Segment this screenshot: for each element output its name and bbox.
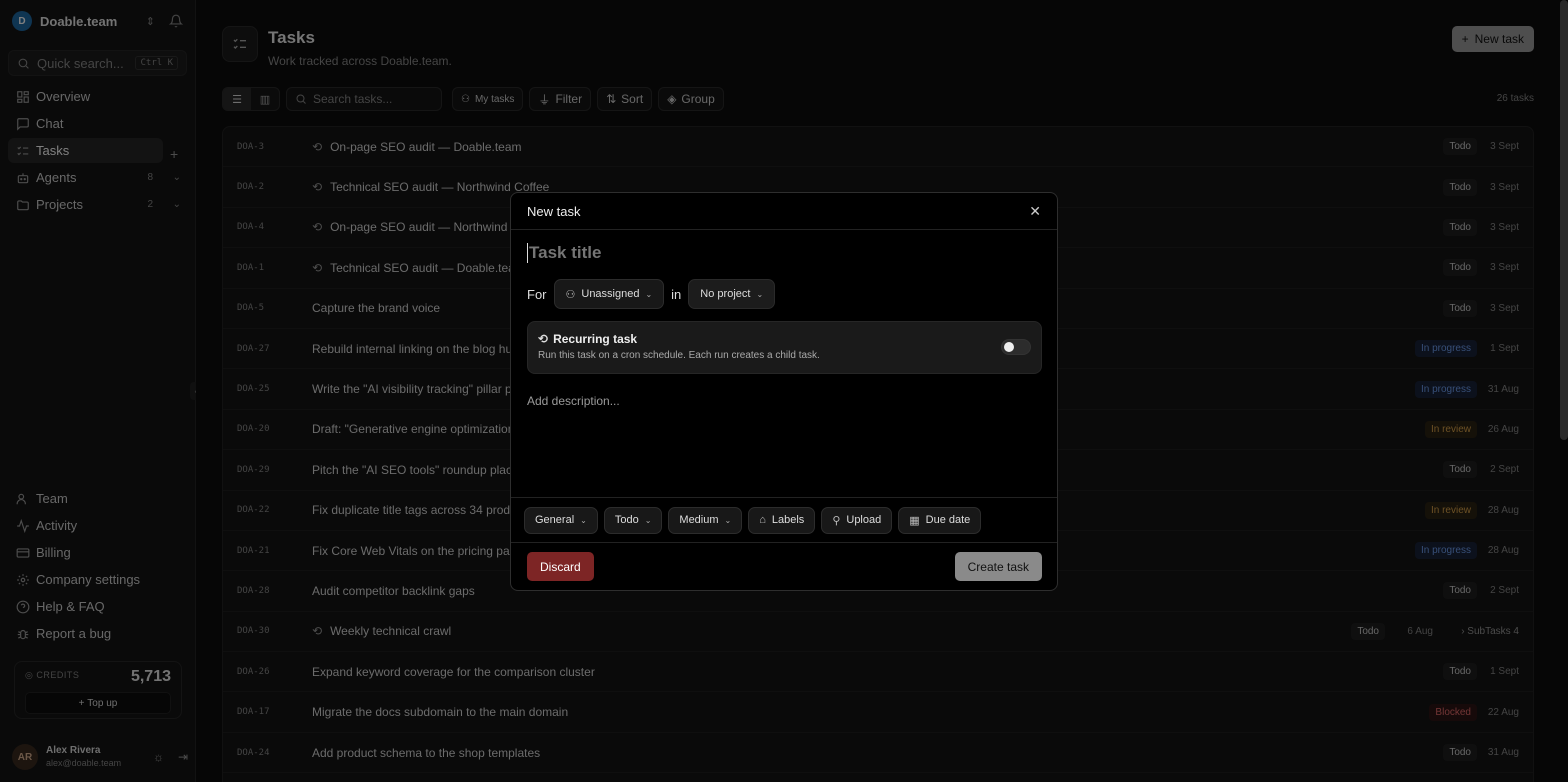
- priority-value: Medium: [679, 514, 719, 526]
- chevron-down-icon: ⌄: [724, 515, 732, 525]
- labels-value: Labels: [771, 514, 805, 526]
- description-field[interactable]: Add description...: [527, 394, 620, 408]
- recurring-title-text: Recurring task: [553, 332, 638, 346]
- priority-select[interactable]: Medium ⌄: [668, 506, 743, 534]
- close-icon[interactable]: ✕: [1029, 203, 1041, 220]
- tag-icon: ⌂: [759, 514, 766, 526]
- chevron-down-icon: ⌄: [644, 515, 652, 525]
- type-select[interactable]: General ⌄: [524, 506, 598, 534]
- dialog-footer: Discard Create task: [527, 552, 1042, 581]
- dialog-header: New task ✕: [511, 193, 1057, 230]
- due-date-value: Due date: [925, 514, 971, 526]
- project-value: No project: [700, 288, 751, 300]
- assignment-row: For ⚇ Unassigned ⌄ in No project ⌄: [527, 279, 782, 309]
- for-label: For: [527, 286, 547, 302]
- status-select[interactable]: Todo ⌄: [603, 506, 663, 534]
- assignee-select[interactable]: ⚇ Unassigned ⌄: [553, 279, 665, 309]
- recurring-description: Run this task on a cron schedule. Each r…: [538, 350, 820, 361]
- user-icon: ⚇: [565, 288, 576, 301]
- recurring-toggle[interactable]: [1001, 339, 1031, 355]
- repeat-icon: ⟲: [538, 332, 549, 346]
- chevron-down-icon: ⌄: [756, 289, 764, 299]
- new-task-dialog: New task ✕ For ⚇ Unassigned ⌄ in No projec…: [510, 192, 1058, 591]
- due-date-button[interactable]: ▦ Due date: [898, 506, 982, 534]
- in-label: in: [671, 286, 682, 302]
- scrollbar[interactable]: [1560, 0, 1568, 440]
- type-value: General: [535, 514, 575, 526]
- task-properties-bar: General ⌄ Todo ⌄ Medium ⌄ ⌂ Labels ⚲ Upload ▦…: [511, 497, 1057, 543]
- recurring-title: ⟲ Recurring task: [538, 332, 1031, 346]
- chevron-down-icon: ⌄: [580, 515, 587, 525]
- create-task-button[interactable]: Create task: [954, 552, 1042, 581]
- app: D Doable.team ⇕ Quick search... Ctrl K O…: [0, 0, 1568, 782]
- assignee-value: Unassigned: [581, 288, 640, 300]
- status-value: Todo: [614, 514, 639, 526]
- labels-button[interactable]: ⌂ Labels: [748, 506, 816, 534]
- discard-button[interactable]: Discard: [527, 552, 594, 581]
- dialog-title: New task: [527, 203, 581, 219]
- calendar-icon: ▦: [909, 514, 920, 527]
- paperclip-icon: ⚲: [832, 514, 841, 527]
- project-select[interactable]: No project ⌄: [688, 279, 776, 309]
- upload-button[interactable]: ⚲ Upload: [821, 506, 893, 534]
- chevron-down-icon: ⌄: [645, 289, 653, 299]
- upload-value: Upload: [846, 514, 882, 526]
- task-title-input[interactable]: [527, 243, 1037, 263]
- recurring-task-card: ⟲ Recurring task Run this task on a cron …: [527, 321, 1042, 374]
